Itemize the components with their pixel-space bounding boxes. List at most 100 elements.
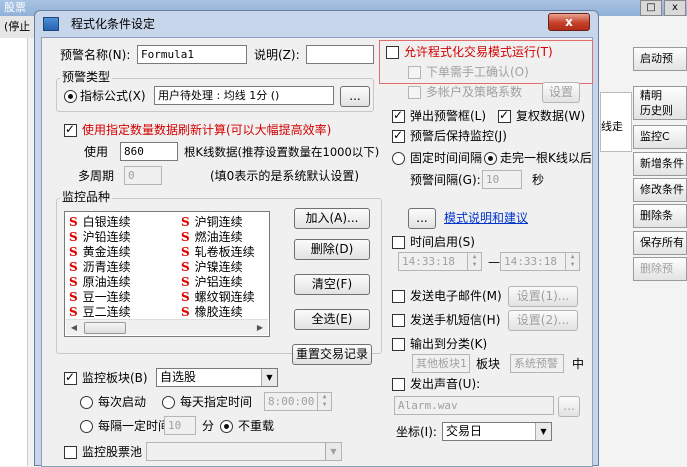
condition-dialog: 程式化条件设定 x 预警名称(N): Formula1 说明(Z): 预警类型 … — [34, 10, 599, 467]
list-item-label: 白银连续 — [82, 215, 131, 229]
list-item-label: 原油连续 — [82, 275, 131, 289]
output-system-input[interactable]: 系统预警 — [510, 354, 564, 373]
fixed-interval-label: 固定时间间隔 — [410, 151, 483, 165]
per-kline-radio[interactable] — [484, 152, 497, 165]
scroll-right-icon[interactable]: ▶ — [252, 320, 268, 336]
time-from-spinner-icon[interactable]: ▲ ▼ — [467, 253, 481, 270]
popup-checkbox[interactable] — [392, 108, 405, 123]
list-item[interactable]: S 沪镍连续 — [181, 259, 243, 275]
multi-account-checkbox[interactable] — [408, 86, 421, 99]
background-right-panel: 线走 — [600, 92, 632, 152]
alert-interval-input[interactable]: 10 — [482, 170, 522, 189]
bg-start-alert-button[interactable]: 启动预 — [633, 47, 687, 71]
sms-settings-button[interactable]: 设置(2)... — [508, 310, 578, 331]
time-to-input[interactable]: 14:33:18 ▲ ▼ — [500, 252, 580, 271]
list-item[interactable]: S 黄金连续 — [69, 244, 131, 260]
stock-pool-select[interactable]: ▼ — [146, 442, 342, 461]
dialog-close-button[interactable]: x — [548, 13, 590, 31]
monitor-block-label: 监控板块(B) — [82, 371, 148, 385]
manual-confirm-checkbox[interactable] — [408, 66, 421, 79]
list-item[interactable]: S 轧卷板连续 — [181, 244, 255, 260]
account-settings-button[interactable]: 设置 — [542, 82, 580, 103]
coord-select[interactable]: 交易日 ▼ — [442, 422, 552, 441]
list-item-label: 轧卷板连续 — [194, 245, 255, 259]
bg-delete-alert-button[interactable]: 删除预 — [633, 257, 687, 281]
time-enable-label: 时间启用(S) — [410, 235, 475, 249]
indicator-radio[interactable] — [64, 90, 77, 103]
list-item-marker: S — [181, 290, 190, 304]
bg-delete-condition-button[interactable]: 删除条 — [633, 204, 687, 228]
background-close-button[interactable]: x — [664, 0, 686, 16]
reuse-checkbox[interactable] — [498, 108, 511, 123]
name-input[interactable]: Formula1 — [137, 45, 247, 64]
maximize-button[interactable]: □ — [640, 0, 662, 16]
email-settings-button[interactable]: 设置(1)... — [508, 286, 578, 307]
explain-link[interactable]: 模式说明和建议 — [444, 210, 528, 226]
chevron-down-icon: ▼ — [325, 443, 341, 460]
list-item[interactable]: S 橡胶连续 — [181, 304, 243, 320]
monitor-block-checkbox[interactable] — [64, 370, 77, 385]
scroll-thumb[interactable] — [84, 322, 126, 334]
delete-button[interactable]: 删除(D) — [294, 239, 370, 260]
list-item-label: 黄金连续 — [82, 245, 131, 259]
sound-file-input[interactable]: Alarm.wav — [394, 396, 554, 415]
background-top-text: 股票 — [4, 1, 26, 14]
sound-browse-button[interactable]: ... — [558, 396, 580, 417]
each-start-radio[interactable] — [80, 396, 93, 409]
monitor-list[interactable]: S 白银连续 S 沪铜连续 S 沪铅连续 S 燃油连续 S 黄金连续 S 轧卷板连续 S 沥青连续 S 沪镍连… — [64, 211, 270, 337]
minute-label: 分 — [202, 419, 215, 433]
list-item[interactable]: S 沥青连续 — [69, 259, 131, 275]
daily-time-spinner-icon[interactable]: ▲ ▼ — [317, 393, 331, 410]
list-item[interactable]: S 沪铅连续 — [69, 229, 131, 245]
output-checkbox[interactable] — [392, 338, 405, 351]
list-item-label: 沪铅连续 — [82, 230, 131, 244]
allow-trade-checkbox[interactable] — [386, 46, 399, 59]
time-to-spinner-icon[interactable]: ▲ ▼ — [565, 253, 579, 270]
bg-history-button[interactable]: 精明 历史则 — [633, 86, 687, 120]
clear-button[interactable]: 清空(F) — [294, 274, 370, 295]
bg-monitor-button[interactable]: 监控C — [633, 125, 687, 149]
list-item-marker: S — [181, 305, 190, 319]
email-checkbox[interactable] — [392, 290, 405, 303]
bg-save-all-button[interactable]: 保存所有 — [633, 231, 687, 255]
select-all-button[interactable]: 全选(E) — [294, 309, 370, 330]
list-item[interactable]: S 豆二连续 — [69, 304, 131, 320]
interval-radio[interactable] — [80, 420, 93, 433]
bg-add-condition-button[interactable]: 新增条件 — [633, 152, 687, 176]
output-block-input[interactable]: 其他板块1 — [412, 354, 470, 373]
list-item-label: 沪铜连续 — [194, 215, 243, 229]
stock-pool-checkbox[interactable] — [64, 446, 77, 459]
explain-browse-button[interactable]: ... — [408, 208, 436, 229]
use-count-checkbox[interactable] — [64, 122, 77, 137]
list-item[interactable]: S 螺纹钢连续 — [181, 289, 255, 305]
dialog-title: 程式化条件设定 — [71, 17, 156, 31]
list-item[interactable]: S 原油连续 — [69, 274, 131, 290]
list-item[interactable]: S 豆一连续 — [69, 289, 131, 305]
interval-input[interactable]: 10 — [164, 416, 196, 435]
use-count-input[interactable]: 860 — [120, 142, 178, 161]
list-item[interactable]: S 白银连续 — [69, 214, 131, 230]
list-item[interactable]: S 沪铜连续 — [181, 214, 243, 230]
scroll-left-icon[interactable]: ◀ — [66, 320, 82, 336]
daily-time-input[interactable]: 8:00:00 ▲ ▼ — [264, 392, 332, 411]
bg-edit-condition-button[interactable]: 修改条件 — [633, 178, 687, 202]
list-item[interactable]: S 燃油连续 — [181, 229, 243, 245]
indicator-field[interactable]: 用户待处理 : 均线 1分 () — [154, 86, 334, 105]
list-horizontal-scrollbar[interactable]: ◀ ▶ — [66, 319, 268, 335]
add-button[interactable]: 加入(A)... — [294, 208, 370, 229]
keep-monitor-checkbox[interactable] — [392, 128, 405, 143]
daily-time-radio[interactable] — [162, 396, 175, 409]
time-from-input[interactable]: 14:33:18 ▲ ▼ — [398, 252, 482, 271]
sound-checkbox[interactable] — [392, 378, 405, 391]
sms-checkbox[interactable] — [392, 314, 405, 327]
list-item[interactable]: S 沪铝连续 — [181, 274, 243, 290]
monitor-block-select[interactable]: 自选股 ▼ — [156, 368, 278, 387]
indicator-browse-button[interactable]: ... — [340, 86, 370, 107]
reset-trade-button[interactable]: 重置交易记录 — [292, 344, 372, 365]
no-reload-radio[interactable] — [220, 420, 233, 433]
multi-period-input[interactable]: 0 — [124, 166, 162, 185]
bg-history-line2: 历史则 — [640, 104, 673, 117]
desc-input[interactable] — [306, 45, 374, 64]
fixed-interval-radio[interactable] — [392, 152, 405, 165]
time-enable-checkbox[interactable] — [392, 236, 405, 249]
